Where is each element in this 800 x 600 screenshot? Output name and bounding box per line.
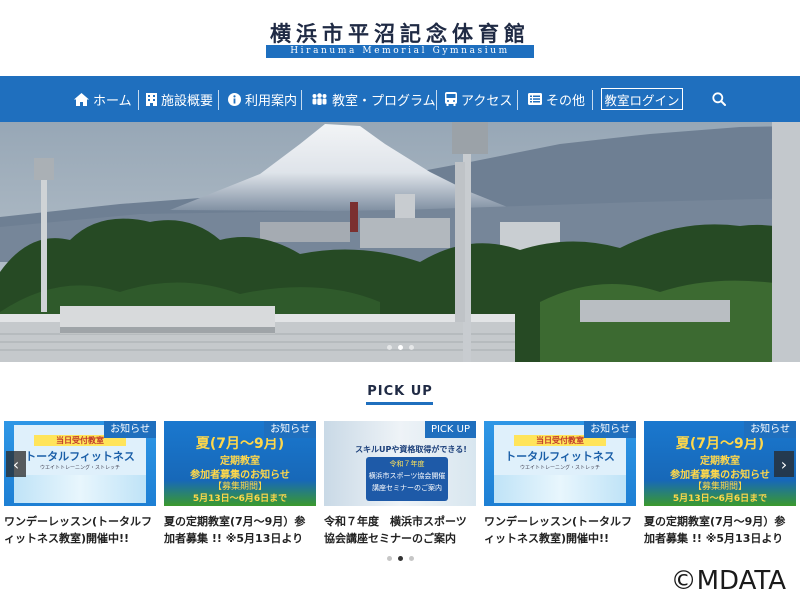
nav-item-other[interactable]: その他 [528,76,585,122]
nav-item-home[interactable]: ホーム [74,76,132,122]
nav-divider [592,90,593,110]
card-thumbnail[interactable]: 平沼記念 当日受付教室 トータルフィットネス ウエイトトレーニング・ストレッチ … [4,421,156,506]
hero-pagination [0,345,800,350]
hero-image [0,122,800,362]
people-icon [312,93,327,105]
nav-label: アクセス [461,93,513,109]
thumb-text: 横浜市スポーツ協会開催 [368,472,446,480]
info-icon [228,92,241,106]
pickup-carousel: 平沼記念 当日受付教室 トータルフィットネス ウエイトトレーニング・ストレッチ … [0,421,800,551]
card-thumbnail[interactable]: スキルUPや資格取得ができる! 令和７年度 横浜市スポーツ協会開催 講座セミナー… [324,421,476,506]
nav-label: 施設概要 [161,93,214,109]
pickup-card[interactable]: スキルUPや資格取得ができる! 令和７年度 横浜市スポーツ協会開催 講座セミナー… [324,421,476,551]
nav-label: 利用案内 [245,93,298,109]
pickup-underline [366,402,433,405]
card-title[interactable]: ワンデーレッスン(トータルフィットネス教室)開催中!! [484,513,636,547]
nav-divider [517,90,518,110]
class-login-button[interactable]: 教室ログイン [601,88,683,110]
nav-divider [436,90,437,110]
nav-divider [138,90,139,110]
thumb-text: スキルUPや資格取得ができる! [355,445,467,454]
carousel-dot[interactable] [408,556,414,561]
pickup-card[interactable]: 平沼記念 当日受付教室 トータルフィットネス ウエイトトレーニング・ストレッチ … [484,421,636,551]
main-nav: ホーム 施設概要 利用案内 教室・プログラム アクセス その他 教室ログイン [0,76,800,122]
nav-item-usage[interactable]: 利用案内 [228,76,297,122]
carousel-next-button[interactable]: › [774,451,794,477]
hero-dot-active[interactable] [397,345,403,350]
thumb-photo [14,475,146,503]
card-thumbnail[interactable]: 平沼記念 当日受付教室 トータルフィットネス ウエイトトレーニング・ストレッチ … [484,421,636,506]
nav-label: 教室・プログラム [332,93,436,109]
carousel-dot[interactable] [386,556,392,561]
card-tag: お知らせ [104,421,156,438]
logo-subtitle[interactable]: Hiranuma Memorial Gymnasium [266,45,534,58]
nav-item-programs[interactable]: 教室・プログラム [311,76,436,122]
card-tag: お知らせ [744,421,796,438]
card-title[interactable]: 夏の定期教室(7月～9月）参加者募集 !! ※5月13日より [644,513,796,547]
card-tag: お知らせ [264,421,316,438]
hero-dot[interactable] [386,345,392,350]
carousel-dot-active[interactable] [397,556,403,561]
card-title[interactable]: 夏の定期教室(7月～9月）参加者募集 !! ※5月13日より [164,513,316,547]
nav-label: その他 [546,93,586,109]
carousel-pagination [0,556,800,561]
pickup-card[interactable]: 平沼記念 当日受付教室 トータルフィットネス ウエイトトレーニング・ストレッチ … [4,421,156,551]
pickup-heading: PICK UP [367,384,433,399]
thumb-text: トータルフィットネス [25,450,135,463]
card-thumbnail[interactable]: 夏(7月～9月) 定期教室 参加者募集のお知らせ 【募集期間】 5月13日～6月… [164,421,316,506]
nav-label: ホーム [93,93,132,109]
site-header: 横浜市平沼記念体育館 Hiranuma Memorial Gymnasium [0,0,800,76]
watermark: ©MDATA [670,566,786,596]
thumb-text: 令和７年度 [389,460,425,468]
card-tag: お知らせ [584,421,636,438]
carousel-prev-button[interactable]: ‹ [6,451,26,477]
search-icon [712,92,726,106]
thumb-text: 5月13日～6月6日まで [192,494,288,504]
thumb-text: 5月13日～6月6日まで [672,494,768,504]
thumb-text: 定期教室 [220,456,260,467]
card-title[interactable]: ワンデーレッスン(トータルフィットネス教室)開催中!! [4,513,156,547]
logo-title[interactable]: 横浜市平沼記念体育館 [266,18,534,48]
thumb-text: 講座セミナーのご案内 [372,484,442,492]
list-icon [528,93,542,105]
nav-divider [218,90,219,110]
bus-icon [445,92,457,106]
thumb-text: ウエイトトレーニング・ストレッチ [519,465,600,471]
home-icon [74,92,89,106]
thumb-text: トータルフィットネス [505,450,615,463]
thumb-photo [494,475,626,503]
pickup-card[interactable]: 夏(7月～9月) 定期教室 参加者募集のお知らせ 【募集期間】 5月13日～6月… [644,421,796,551]
hero-dot[interactable] [408,345,414,350]
card-title[interactable]: 令和７年度 横浜市スポーツ協会講座セミナーのご案内 [324,513,476,547]
search-button[interactable] [709,88,729,110]
chevron-right-icon: › [780,454,788,474]
chevron-left-icon: ‹ [12,454,20,474]
building-icon [146,92,157,106]
thumb-text: ウエイトトレーニング・ストレッチ [39,465,120,471]
hero-slider[interactable] [0,122,800,362]
nav-item-access[interactable]: アクセス [445,76,512,122]
card-tag: PICK UP [424,421,476,438]
pickup-card[interactable]: 夏(7月～9月) 定期教室 参加者募集のお知らせ 【募集期間】 5月13日～6月… [164,421,316,551]
nav-item-facility[interactable]: 施設概要 [146,76,213,122]
nav-divider [301,90,302,110]
